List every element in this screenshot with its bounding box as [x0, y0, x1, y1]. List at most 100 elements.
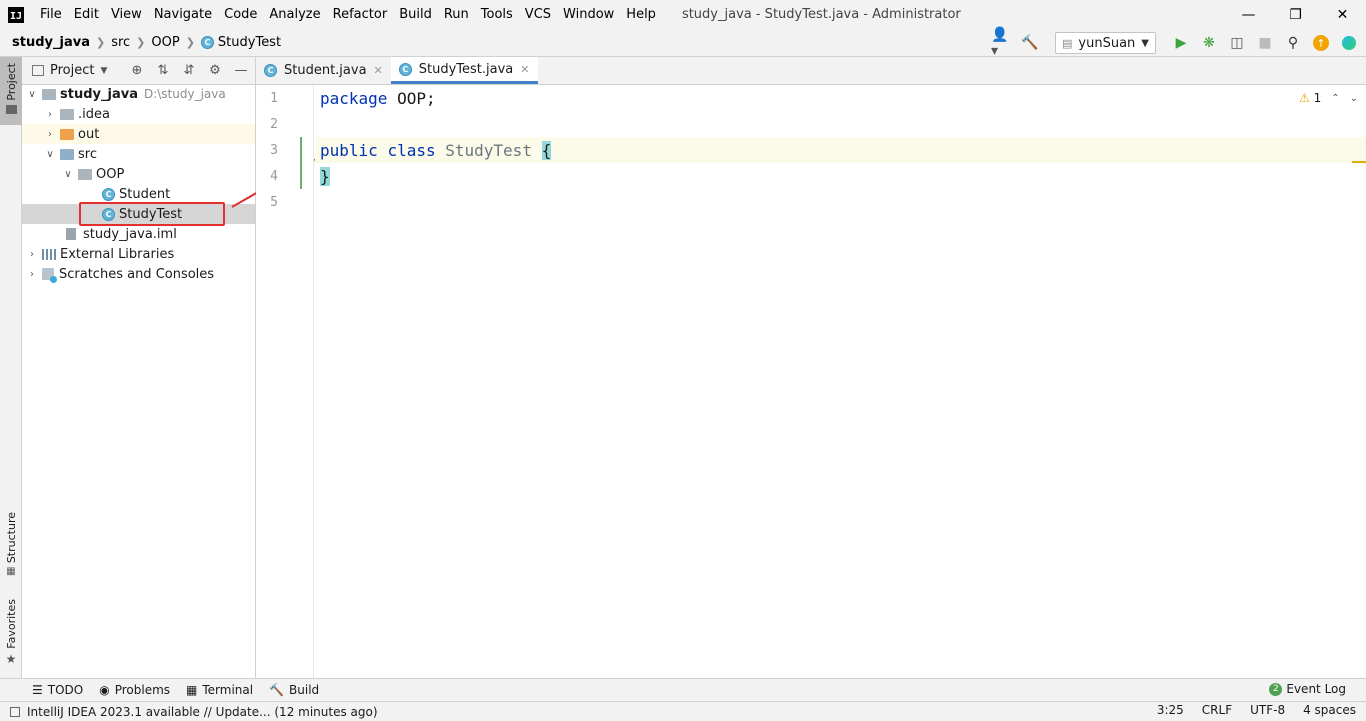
tree-item-student[interactable]: C Student — [22, 184, 255, 204]
chevron-down-icon[interactable]: ∨ — [62, 169, 74, 180]
close-icon[interactable]: ✕ — [374, 64, 383, 77]
menu-edit[interactable]: Edit — [68, 7, 105, 22]
file-encoding[interactable]: UTF-8 — [1250, 703, 1285, 717]
stop-icon[interactable]: ■ — [1254, 32, 1276, 54]
terminal-tab[interactable]: ▦ Terminal — [186, 683, 253, 697]
status-toggle-icon[interactable] — [10, 706, 20, 717]
chevron-right-icon[interactable]: › — [44, 129, 56, 140]
tree-item-external-libraries[interactable]: › External Libraries — [22, 244, 255, 264]
menu-vcs[interactable]: VCS — [519, 7, 557, 22]
problems-icon: ◉ — [99, 683, 110, 697]
chevron-right-icon[interactable]: › — [26, 269, 38, 280]
tree-item-oop[interactable]: ∨ OOP — [22, 164, 255, 184]
tool-tab-favorites[interactable]: Favorites ★ — [0, 599, 22, 666]
inspection-widget[interactable]: ⚠ 1 ⌃ ⌄ — [1299, 91, 1358, 105]
error-stripe-marker[interactable] — [1352, 161, 1366, 163]
breadcrumb-class[interactable]: StudyTest — [218, 35, 281, 50]
warning-indicator[interactable]: ⚠ 1 — [1299, 91, 1321, 105]
close-window-button[interactable]: ✕ — [1319, 0, 1366, 29]
folder-icon — [5, 104, 17, 114]
chevron-down-icon[interactable]: ⌄ — [1350, 93, 1358, 104]
collapse-all-icon[interactable]: ⇵ — [179, 60, 199, 80]
code-with-me-icon[interactable] — [1338, 32, 1360, 54]
tree-item-idea[interactable]: › .idea — [22, 104, 255, 124]
locate-icon[interactable]: ⊕ — [127, 60, 147, 80]
gear-icon[interactable]: ⚙ — [205, 60, 225, 80]
caret-position[interactable]: 3:25 — [1157, 703, 1184, 717]
chevron-right-icon[interactable]: › — [44, 109, 56, 120]
chevron-up-icon[interactable]: ⌃ — [1331, 93, 1339, 104]
chevron-down-icon[interactable]: ▼ — [100, 66, 107, 76]
navigation-bar: study_java ❯ src ❯ OOP ❯ C StudyTest 👤▾ … — [0, 27, 1366, 59]
module-file-icon — [66, 228, 76, 240]
chevron-down-icon[interactable]: ∨ — [26, 89, 38, 100]
class-name: StudyTest — [445, 140, 532, 160]
bottom-tool-bar: ☰ TODO ◉ Problems ▦ Terminal 🔨 Build 2 E… — [0, 678, 1366, 701]
todo-label: TODO — [47, 683, 84, 697]
tab-student-java[interactable]: C Student.java ✕ — [256, 57, 391, 84]
menu-refactor[interactable]: Refactor — [327, 7, 394, 22]
editor-gutter[interactable]: 1 2 3 4 5 — [256, 85, 314, 678]
run-config-label: yunSuan — [1078, 35, 1136, 51]
event-log-tab[interactable]: 2 Event Log — [1269, 682, 1346, 696]
tree-item-iml[interactable]: study_java.iml — [22, 224, 255, 244]
tree-item-out[interactable]: › out — [22, 124, 255, 144]
build-hammer-icon[interactable]: 🔨 — [1019, 32, 1041, 54]
breadcrumb-package[interactable]: OOP — [151, 35, 179, 50]
chevron-right-icon: ❯ — [136, 36, 146, 49]
left-tool-strip: Project Structure ▦ Favorites ★ — [0, 57, 22, 678]
menu-build[interactable]: Build — [393, 7, 438, 22]
minimize-button[interactable]: — — [1225, 0, 1272, 29]
status-message[interactable]: IntelliJ IDEA 2023.1 available // Update… — [27, 705, 378, 719]
breadcrumb-src[interactable]: src — [111, 35, 130, 50]
tree-item-label: src — [78, 146, 97, 162]
search-icon[interactable]: ⚲ — [1282, 32, 1304, 54]
indent-setting[interactable]: 4 spaces — [1303, 703, 1356, 717]
line-number: 3 — [270, 143, 278, 158]
chevron-right-icon: ❯ — [95, 36, 106, 49]
todo-tab[interactable]: ☰ TODO — [32, 683, 83, 697]
menu-tools[interactable]: Tools — [475, 7, 519, 22]
tree-item-src[interactable]: ∨ src — [22, 144, 255, 164]
project-view-selector[interactable]: Project — [50, 63, 94, 78]
tab-studytest-java[interactable]: C StudyTest.java ✕ — [390, 57, 538, 84]
code-editor[interactable]: package OOP; public class StudyTest { } … — [315, 85, 1366, 678]
close-icon[interactable]: ✕ — [520, 63, 529, 76]
breadcrumb-project[interactable]: study_java — [12, 35, 90, 50]
tool-tab-project-label: Project — [4, 63, 18, 101]
problems-tab[interactable]: ◉ Problems — [99, 683, 170, 697]
menu-run[interactable]: Run — [438, 7, 475, 22]
project-view-icon — [32, 65, 44, 76]
tree-item-scratches[interactable]: › Scratches and Consoles — [22, 264, 255, 284]
run-icon[interactable]: ▶ — [1170, 32, 1192, 54]
expand-all-icon[interactable]: ⇅ — [153, 60, 173, 80]
update-icon[interactable]: ↑ — [1310, 32, 1332, 54]
hide-icon[interactable]: — — [231, 60, 251, 80]
structure-icon: ▦ — [6, 566, 16, 578]
line-number: 2 — [270, 117, 278, 132]
coverage-icon[interactable]: ◫ — [1226, 32, 1248, 54]
menu-code[interactable]: Code — [218, 7, 263, 22]
window-controls: — ❐ ✕ — [1225, 0, 1366, 29]
chevron-right-icon[interactable]: › — [26, 249, 38, 260]
package-icon — [78, 168, 92, 180]
menu-view[interactable]: View — [105, 7, 148, 22]
run-config-select[interactable]: ▤ yunSuan ▼ — [1055, 32, 1156, 54]
chevron-down-icon[interactable]: ∨ — [44, 149, 56, 160]
line-separator[interactable]: CRLF — [1202, 703, 1232, 717]
tree-item-study-java[interactable]: ∨ study_java D:\study_java — [22, 84, 255, 104]
tool-tab-structure[interactable]: Structure ▦ — [0, 512, 22, 577]
tree-item-label: .idea — [78, 106, 110, 122]
tree-item-path: D:\study_java — [143, 87, 226, 101]
debug-icon[interactable]: ❋ — [1198, 32, 1220, 54]
menu-help[interactable]: Help — [620, 7, 662, 22]
menu-file[interactable]: File — [34, 7, 68, 22]
user-icon[interactable]: 👤▾ — [991, 27, 1013, 59]
menu-analyze[interactable]: Analyze — [263, 7, 326, 22]
menu-navigate[interactable]: Navigate — [148, 7, 218, 22]
tool-tab-project[interactable]: Project — [0, 57, 22, 125]
menu-window[interactable]: Window — [557, 7, 620, 22]
annotation-highlight-box — [79, 202, 225, 226]
build-tab[interactable]: 🔨 Build — [269, 683, 319, 697]
restore-button[interactable]: ❐ — [1272, 0, 1319, 29]
